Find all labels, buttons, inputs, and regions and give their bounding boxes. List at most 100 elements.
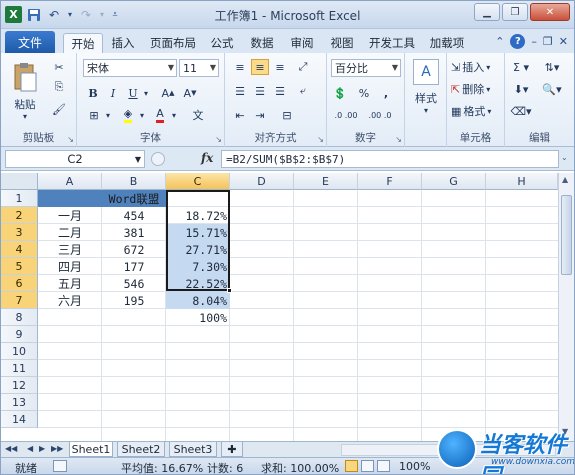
row-header-2[interactable]: 2	[1, 207, 38, 224]
cell-a1[interactable]	[38, 190, 102, 207]
row-header-3[interactable]: 3	[1, 224, 38, 241]
wrap-text-icon[interactable]: ⤶	[293, 83, 313, 99]
row-header-10[interactable]: 10	[1, 343, 38, 360]
bold-icon[interactable]: B	[85, 85, 101, 101]
formula-input[interactable]: =B2/SUM($B$2:$B$7)	[221, 150, 559, 168]
column-header-d[interactable]: D	[230, 173, 294, 190]
column-header-h[interactable]: H	[486, 173, 558, 190]
borders-icon[interactable]: ⊞	[85, 107, 103, 123]
normal-view-icon[interactable]	[345, 460, 358, 472]
decrease-decimal-button[interactable]: .00 .0	[365, 107, 395, 123]
decrease-font-icon[interactable]: A ▼	[181, 85, 199, 101]
fill-handle[interactable]	[227, 288, 232, 293]
row-header-8[interactable]: 8	[1, 309, 38, 326]
doc-restore-icon[interactable]: ❐	[543, 35, 553, 48]
styles-button-label[interactable]: 样式	[407, 91, 445, 105]
styles-icon[interactable]: A	[413, 59, 439, 85]
tab-page-layout[interactable]: 页面布局	[145, 33, 201, 53]
number-launcher-icon[interactable]: ↘	[395, 135, 402, 144]
last-sheet-icon[interactable]: ▶▶	[51, 444, 63, 453]
row-header-9[interactable]: 9	[1, 326, 38, 343]
cell-a3[interactable]: 二月	[38, 224, 102, 241]
column-header-f[interactable]: F	[358, 173, 422, 190]
clear-icon[interactable]: ⌫▾	[509, 103, 533, 119]
align-right-icon[interactable]: ☰	[271, 83, 289, 99]
tab-insert[interactable]: 插入	[105, 33, 141, 53]
paste-icon[interactable]	[7, 57, 43, 97]
align-left-icon[interactable]: ☰	[231, 83, 249, 99]
expand-formula-icon[interactable]: ⌄	[561, 153, 568, 162]
cell-b1[interactable]: Word联盟	[102, 190, 166, 207]
doc-minimize-icon[interactable]: –	[531, 35, 537, 48]
tab-view[interactable]: 视图	[325, 33, 359, 53]
cell-c7[interactable]: 8.04%	[166, 292, 230, 309]
paste-dropdown-icon[interactable]: ▾	[5, 111, 45, 121]
fx-icon[interactable]: fx	[201, 151, 213, 165]
select-all-corner[interactable]	[1, 173, 38, 190]
cell-b2[interactable]: 454	[102, 207, 166, 224]
cut-icon[interactable]: ✂	[49, 59, 69, 75]
cell-b3[interactable]: 381	[102, 224, 166, 241]
merge-center-icon[interactable]: ⊟	[275, 107, 299, 123]
styles-dropdown-icon[interactable]: ▾	[407, 105, 445, 115]
row-header-6[interactable]: 6	[1, 275, 38, 292]
accounting-format-icon[interactable]: 💲	[331, 85, 349, 101]
sheet-tab-2[interactable]: Sheet2	[117, 442, 165, 457]
row-header-7[interactable]: 7	[1, 292, 38, 309]
insert-cells-button[interactable]: ⇲ 插入 ▾	[451, 59, 503, 75]
page-break-view-icon[interactable]	[377, 460, 390, 472]
file-tab[interactable]: 文件	[5, 31, 55, 53]
tab-review[interactable]: 审阅	[285, 33, 319, 53]
sort-filter-icon[interactable]: ⇅▾	[537, 59, 567, 75]
phonetic-icon[interactable]: 文	[187, 107, 209, 123]
minimize-button[interactable]: ▁	[474, 3, 500, 21]
orientation-icon[interactable]: ⤢	[293, 59, 313, 75]
underline-dropdown-icon[interactable]: ▾	[141, 85, 151, 101]
cell-a6[interactable]: 五月	[38, 275, 102, 292]
font-name-combo[interactable]: 宋体 ▼	[83, 59, 177, 77]
page-layout-view-icon[interactable]	[361, 460, 374, 472]
cell-a5[interactable]: 四月	[38, 258, 102, 275]
fill-icon[interactable]: ⬇▾	[509, 81, 533, 97]
vertical-scroll-thumb[interactable]	[561, 195, 572, 275]
borders-dropdown-icon[interactable]: ▾	[103, 107, 113, 123]
percent-style-button[interactable]: %	[355, 85, 373, 101]
cell-b4[interactable]: 672	[102, 241, 166, 258]
format-painter-icon[interactable]: 🖌	[49, 101, 69, 117]
font-size-combo[interactable]: 11 ▼	[179, 59, 219, 77]
font-color-dropdown-icon[interactable]: ▾	[169, 107, 179, 123]
row-header-13[interactable]: 13	[1, 394, 38, 411]
insert-sheet-icon[interactable]: ✚	[221, 442, 243, 457]
cell-a2[interactable]: 一月	[38, 207, 102, 224]
comma-style-button[interactable]: ,	[377, 85, 395, 101]
format-cells-button[interactable]: ▦ 格式 ▾	[451, 103, 503, 119]
scroll-up-icon[interactable]: ▲	[562, 175, 568, 184]
italic-icon[interactable]: I	[105, 85, 121, 101]
increase-font-icon[interactable]: A ▲	[159, 85, 177, 101]
row-header-11[interactable]: 11	[1, 360, 38, 377]
increase-indent-icon[interactable]: ⇥	[251, 107, 269, 123]
minimize-ribbon-icon[interactable]: ⌃	[495, 35, 504, 48]
align-center-icon[interactable]: ☰	[251, 83, 269, 99]
sheet-tab-1[interactable]: Sheet1	[69, 442, 113, 457]
doc-close-icon[interactable]: ✕	[559, 35, 568, 48]
align-top-icon[interactable]: ≡	[231, 59, 249, 75]
column-header-c[interactable]: C	[166, 173, 230, 190]
align-middle-icon[interactable]: ≡	[251, 59, 269, 75]
tab-formulas[interactable]: 公式	[205, 33, 239, 53]
cell-b7[interactable]: 195	[102, 292, 166, 309]
row-header-14[interactable]: 14	[1, 411, 38, 428]
row-header-12[interactable]: 12	[1, 377, 38, 394]
align-bottom-icon[interactable]: ≡	[271, 59, 289, 75]
column-header-a[interactable]: A	[38, 173, 102, 190]
cell-a4[interactable]: 三月	[38, 241, 102, 258]
prev-sheet-icon[interactable]: ◀	[27, 444, 33, 453]
clipboard-launcher-icon[interactable]: ↘	[67, 135, 74, 144]
underline-icon[interactable]: U	[125, 85, 141, 101]
alignment-launcher-icon[interactable]: ↘	[317, 135, 324, 144]
help-icon[interactable]: ?	[510, 34, 526, 49]
tab-data[interactable]: 数据	[245, 33, 279, 53]
cell-b5[interactable]: 177	[102, 258, 166, 275]
column-header-b[interactable]: B	[102, 173, 166, 190]
name-box[interactable]: C2 ▼	[5, 150, 145, 168]
